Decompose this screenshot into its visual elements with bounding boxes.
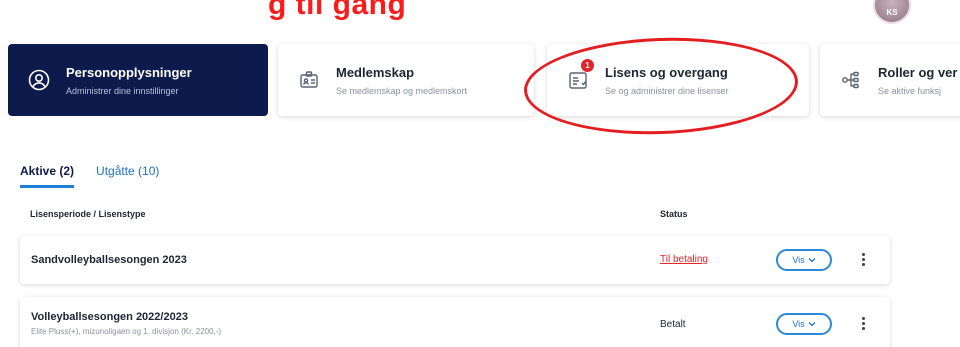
card-title: Lisens og overgang (605, 64, 728, 80)
license-tabs: Aktive (2) Utgåtte (10) (20, 164, 181, 188)
vis-button-label: Vis (792, 319, 805, 329)
roles-tree-icon (838, 67, 864, 93)
vis-button[interactable]: Vis (776, 313, 832, 335)
banner-red-heading: g til gang (268, 0, 407, 21)
tab-aktive[interactable]: Aktive (2) (20, 164, 75, 188)
card-roller[interactable]: Roller og ver Se aktive funksj (820, 44, 960, 116)
card-subtitle: Se medlemskap og medlemskort (336, 85, 468, 96)
card-subtitle: Se og administrer dine lisenser (605, 85, 729, 96)
card-title: Roller og ver (878, 64, 958, 80)
license-row: Sandvolleyballsesongen 2023 Til betaling… (20, 236, 890, 284)
avatar[interactable]: KS (873, 0, 911, 24)
license-row: Volleyballsesongen 2022/2023 Elite Pluss… (20, 297, 890, 347)
card-lisens-og-overgang[interactable]: 1 Lisens og overgang Se og administrer d… (547, 44, 809, 116)
card-title: Personopplysninger (66, 64, 192, 80)
id-card-icon (296, 67, 322, 93)
card-personopplysninger[interactable]: Personopplysninger Administrer dine inns… (8, 44, 268, 116)
top-banner: g til gang KS (0, 0, 960, 40)
more-options-icon[interactable] (860, 253, 866, 266)
card-medlemskap[interactable]: Medlemskap Se medlemskap og medlemskort (278, 44, 534, 116)
avatar-initials: KS (886, 8, 898, 17)
profile-nav-cards: Personopplysninger Administrer dine inns… (0, 44, 960, 118)
license-status-link[interactable]: Til betaling (660, 254, 708, 265)
card-title: Medlemskap (336, 64, 415, 80)
license-name: Sandvolleyballsesongen 2023 (31, 254, 187, 266)
user-circle-icon (26, 67, 52, 93)
license-status: Betalt (660, 319, 686, 330)
chevron-down-icon (808, 322, 816, 327)
vis-button-label: Vis (792, 255, 805, 265)
license-description: Elite Pluss(+), mizunoligaen og 1. divis… (31, 327, 222, 336)
card-subtitle: Administrer dine innstillinger (66, 85, 179, 96)
more-options-icon[interactable] (860, 317, 866, 330)
notification-badge: 1 (581, 59, 594, 72)
tab-utgatte[interactable]: Utgåtte (10) (96, 164, 159, 188)
column-header-period: Lisensperiode / Lisenstype (30, 209, 146, 219)
vis-button[interactable]: Vis (776, 249, 832, 271)
license-name: Volleyballsesongen 2022/2023 (31, 311, 188, 323)
chevron-down-icon (808, 258, 816, 263)
card-subtitle: Se aktive funksj (878, 85, 942, 96)
column-header-status: Status (660, 209, 688, 219)
